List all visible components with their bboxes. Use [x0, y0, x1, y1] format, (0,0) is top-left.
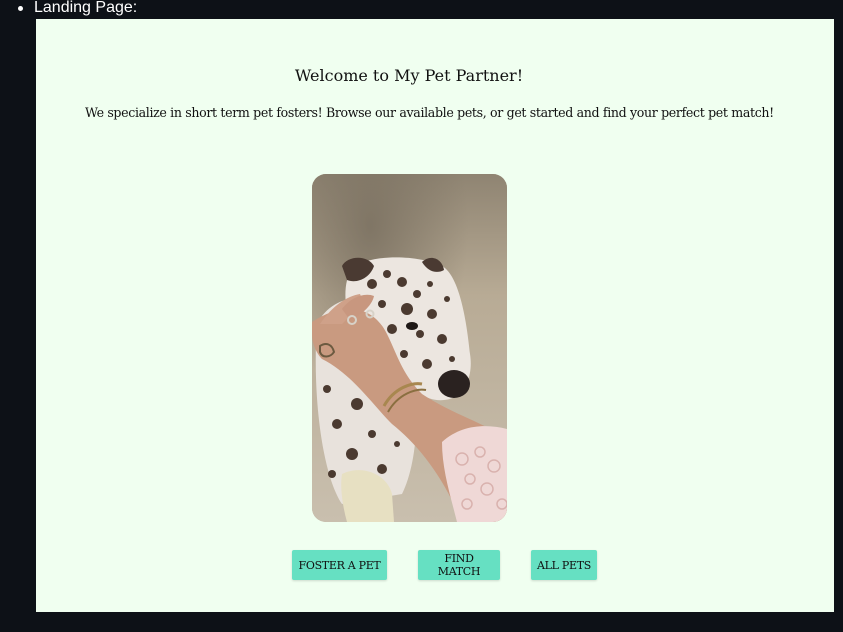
landing-page-screenshot: Welcome to My Pet Partner! We specialize…: [36, 19, 834, 612]
bullet-icon: [18, 5, 23, 11]
markdown-list-item: Landing Page:: [18, 0, 137, 18]
all-pets-button[interactable]: ALL PETS: [531, 550, 597, 580]
hero-dog-photo: [312, 174, 507, 522]
page-title: Welcome to My Pet Partner!: [294, 66, 524, 85]
foster-a-pet-button[interactable]: FOSTER A PET: [292, 550, 387, 580]
page-tagline: We specialize in short term pet fosters!…: [85, 105, 774, 120]
find-match-button[interactable]: FIND MATCH: [418, 550, 500, 580]
list-item-label: Landing Page:: [34, 0, 138, 16]
dog-photo-illustration: [312, 174, 507, 522]
